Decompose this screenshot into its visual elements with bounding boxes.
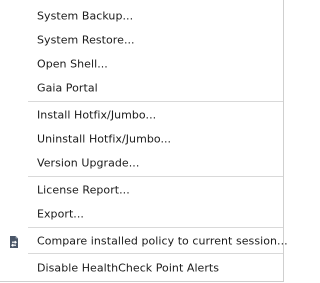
menu-item-install-hotfix[interactable]: Install Hotfix/Jumbo... [0, 103, 283, 127]
menu-item-system-backup[interactable]: System Backup... [0, 4, 283, 28]
menu-item-uninstall-hotfix[interactable]: Uninstall Hotfix/Jumbo... [0, 127, 283, 151]
menu-item-label: System Restore... [37, 33, 135, 47]
menu-item-version-upgrade[interactable]: Version Upgrade... [0, 151, 283, 175]
menu-item-system-restore[interactable]: System Restore... [0, 28, 283, 52]
context-menu: System Backup... System Restore... Open … [0, 0, 288, 282]
menu-separator [28, 176, 283, 177]
menu-item-label: Install Hotfix/Jumbo... [37, 108, 157, 122]
menu-item-export[interactable]: Export... [0, 202, 283, 226]
menu-item-open-shell[interactable]: Open Shell... [0, 52, 283, 76]
menu-item-gaia-portal[interactable]: Gaia Portal [0, 76, 283, 100]
menu-item-label: Export... [37, 207, 84, 221]
menu-item-disable-healthcheck-alerts[interactable]: Disable HealthCheck Point Alerts [0, 256, 283, 280]
menu-item-label: Open Shell... [37, 57, 108, 71]
menu-separator [28, 253, 283, 254]
menu-separator [28, 101, 283, 102]
menu-separator [28, 227, 283, 228]
menu-item-label: Uninstall Hotfix/Jumbo... [37, 132, 172, 146]
menu-item-label: Disable HealthCheck Point Alerts [37, 261, 220, 275]
menu-item-label: Version Upgrade... [37, 156, 140, 170]
menu-item-label: Compare installed policy to current sess… [37, 234, 288, 248]
menu-item-label: Gaia Portal [37, 81, 98, 95]
menu-item-label: System Backup... [37, 9, 134, 23]
menu-item-compare-policy[interactable]: Compare installed policy to current sess… [0, 229, 288, 253]
menu-item-license-report[interactable]: License Report... [0, 178, 283, 202]
compare-policy-icon [7, 234, 21, 248]
menu-item-label: License Report... [37, 183, 130, 197]
